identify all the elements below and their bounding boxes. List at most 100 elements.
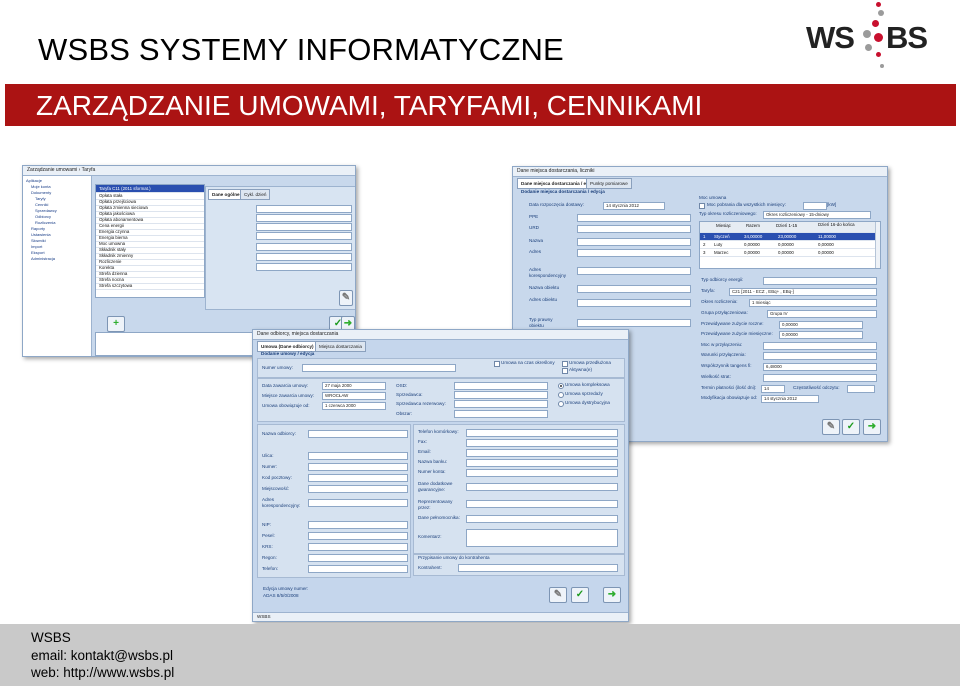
grupa-select[interactable]: Grupa IV [767,310,877,318]
add-button[interactable]: + [107,316,125,332]
field-input[interactable] [308,565,408,573]
tab-punkty-pomiarowe[interactable]: Punkty pomiarowe [586,178,632,189]
kontrahent-select[interactable] [458,564,618,572]
field-input[interactable] [308,521,408,529]
detail-field[interactable] [256,223,352,231]
field-input[interactable] [308,532,408,540]
field-input[interactable] [308,543,408,551]
tree-item[interactable]: Aplikacje [26,178,42,183]
list-item[interactable]: Strefa szczytowa [96,282,204,290]
footer-email[interactable]: email: kontakt@wsbs.pl [31,648,173,664]
radio-dystrybucyjna[interactable] [558,401,564,407]
tree-item[interactable]: Cenniki [35,202,48,207]
tree-item[interactable]: Odbiorcy [35,214,51,219]
numer-field[interactable] [302,364,456,372]
urd-field[interactable] [577,225,691,233]
ppe-field[interactable] [577,214,691,222]
tree-item[interactable]: Dokumenty [31,190,51,195]
save-button[interactable]: ✓ [842,419,860,435]
edit-button[interactable]: ✎ [822,419,840,435]
next-button[interactable]: ➜ [863,419,881,435]
tab-dane-ogolne[interactable]: Dane ogólne [208,189,244,200]
adres-kor-field[interactable] [577,267,691,275]
field-input[interactable] [466,469,618,477]
moc-value-field[interactable] [803,202,827,210]
field-input[interactable] [308,485,408,493]
field-input[interactable] [308,499,408,507]
tree-item[interactable]: Rozliczenia [35,220,55,225]
tree-item[interactable]: Import [31,244,42,249]
osd-select[interactable] [454,382,548,390]
czestotliwosc-field[interactable] [847,385,875,393]
zuzycie-roczne-field[interactable]: 0,00000 [779,321,863,329]
start-date-field[interactable]: 14 stycznia 2012 [603,202,665,210]
save-button[interactable]: ✓ [571,587,589,603]
table-row[interactable]: 3 Marzec 0,00000 0,00000 0,00000 [700,249,880,257]
tab-cykl-dzien[interactable]: Cykl. dzień [240,189,271,200]
nazwa-obiektu-field[interactable] [577,285,691,293]
field-input[interactable] [308,452,408,460]
detail-field[interactable] [256,205,352,213]
tree-item[interactable]: Administracja [31,256,55,261]
detail-field[interactable] [256,263,352,271]
warunki-field[interactable] [763,352,877,360]
przedluzona-checkbox[interactable] [562,361,568,367]
tree-item[interactable]: Słowniki [31,238,46,243]
field-input[interactable] [308,430,408,438]
data-zawarcia-field[interactable]: 27 maja 2000 [322,382,386,390]
moc-przylaczenie-field[interactable] [763,342,877,350]
termin-field[interactable]: 14 [761,385,785,393]
footer-web[interactable]: web: http://www.wsbs.pl [31,665,174,681]
sprzedawca-select[interactable] [454,391,548,399]
obszar-select[interactable] [454,410,548,418]
detail-field[interactable] [256,243,352,251]
tree-item[interactable]: Raporty [31,226,45,231]
field-input[interactable] [466,449,618,457]
tree-item[interactable]: Ustawienia [31,232,51,237]
typ-prawny-field[interactable] [577,319,691,327]
edit-button[interactable]: ✎ [339,290,353,306]
obowiazuje-field[interactable]: 1 czerwca 2000 [322,402,386,410]
tab-miejsca[interactable]: Miejsca dostarczania [315,341,366,352]
tree-item[interactable]: Eksport [31,250,45,255]
table-scrollbar[interactable] [875,222,880,268]
field-input[interactable] [308,463,408,471]
next-button[interactable]: ➜ [603,587,621,603]
detail-field[interactable] [256,232,352,240]
tangens-field[interactable]: 6,48000 [763,363,877,371]
field-input[interactable] [466,459,618,467]
okres-select[interactable]: Okres rozliczeniowy - 15-dniowy [763,211,871,219]
table-row[interactable]: 2 Luty 0,00000 0,00000 0,00000 [700,241,880,249]
comment-field[interactable] [466,529,618,547]
radio-kompleksowa[interactable] [558,383,564,389]
czas-okreslony-checkbox[interactable] [494,361,500,367]
typ-odbiorcy-select[interactable] [763,277,877,285]
tree-item[interactable]: Sprzedawcy [35,208,57,213]
detail-field[interactable] [256,253,352,261]
straty-field[interactable] [763,374,877,382]
tree-item[interactable]: Moje konta [31,184,51,189]
field-input[interactable] [308,474,408,482]
detail-field[interactable] [256,214,352,222]
zuzycie-miesieczne-field[interactable]: 0,00000 [779,331,863,339]
field-input[interactable] [308,554,408,562]
tree-item[interactable]: Taryfy [35,196,46,201]
modyfikacja-field[interactable]: 14 stycznia 2012 [761,395,819,403]
moc-checkbox[interactable] [699,203,705,209]
adres-obiektu-field[interactable] [577,299,691,307]
sprzedawca-rez-select[interactable] [454,400,548,408]
field-input[interactable] [466,439,618,447]
adres-field[interactable] [577,249,691,257]
field-input[interactable] [466,500,618,508]
table-row[interactable]: 1 Styczeń 34,00000 23,00000 11,00000 [700,233,880,241]
field-input[interactable] [466,483,618,491]
aktywna-checkbox[interactable] [562,368,568,374]
edit-button[interactable]: ✎ [549,587,567,603]
field-input[interactable] [466,515,618,523]
okres-rozl-select[interactable]: 1 miesiąc [749,299,877,307]
taryfa-select[interactable]: C21 [2011 - ECZ , EBq+ , EBq-] [729,288,877,296]
radio-sprzedazy[interactable] [558,392,564,398]
miejsce-field[interactable]: WROCŁAW [322,392,386,400]
field-input[interactable] [466,429,618,437]
nazwa-field[interactable] [577,238,691,246]
